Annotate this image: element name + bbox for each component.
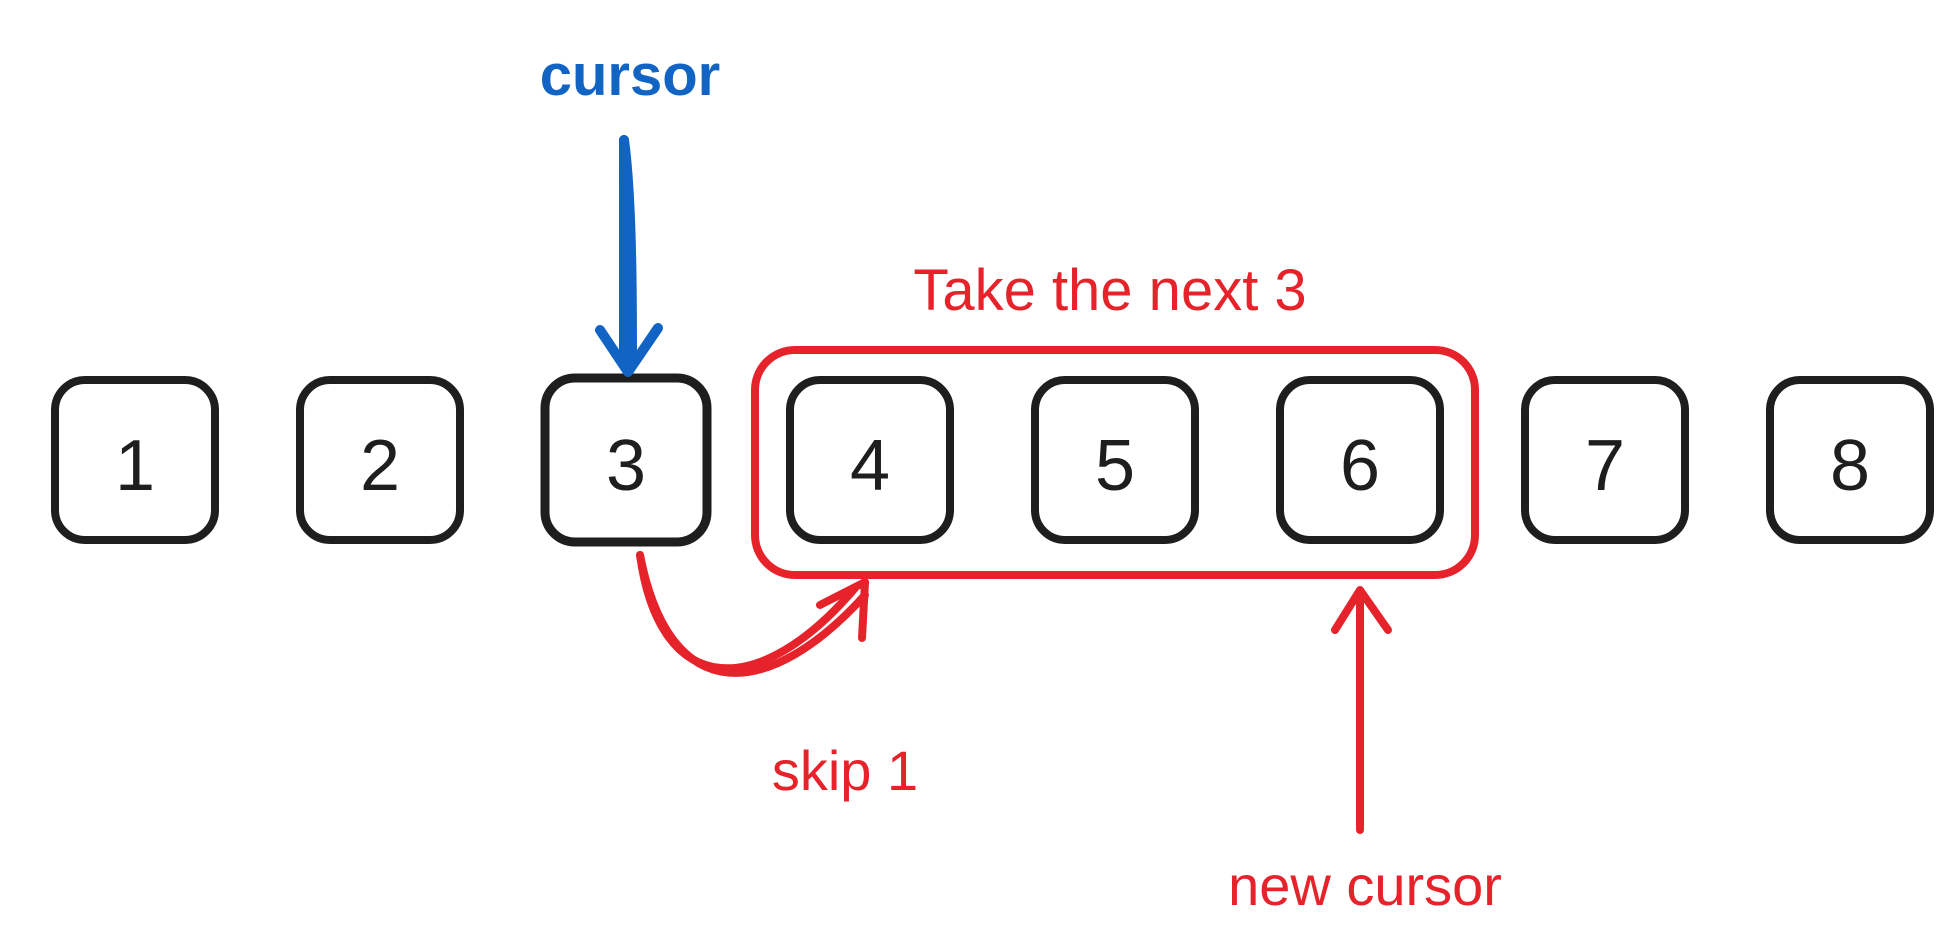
take-next-label: Take the next 3	[913, 258, 1306, 323]
box-6: 6	[1280, 380, 1440, 540]
box-5-label: 5	[1095, 426, 1135, 506]
box-2-label: 2	[360, 426, 400, 506]
new-cursor-label: new cursor	[1228, 854, 1502, 917]
box-2: 2	[300, 380, 460, 540]
box-6-label: 6	[1340, 426, 1380, 506]
box-8-label: 8	[1830, 426, 1870, 506]
box-7-label: 7	[1585, 426, 1625, 506]
skip-label: skip 1	[772, 739, 918, 802]
new-cursor-arrow	[1335, 590, 1388, 830]
box-4: 4	[790, 380, 950, 540]
box-3-label: 3	[606, 426, 646, 506]
pagination-cursor-diagram: 1 2 3 4 5 6 7 8 cursor Take the	[0, 0, 1944, 950]
box-5: 5	[1035, 380, 1195, 540]
box-1: 1	[55, 380, 215, 540]
box-7: 7	[1525, 380, 1685, 540]
box-1-label: 1	[115, 426, 155, 506]
box-4-label: 4	[850, 426, 890, 506]
box-3: 3	[545, 378, 707, 542]
box-8: 8	[1770, 380, 1930, 540]
cursor-arrow	[600, 140, 658, 372]
cursor-label: cursor	[540, 43, 721, 108]
